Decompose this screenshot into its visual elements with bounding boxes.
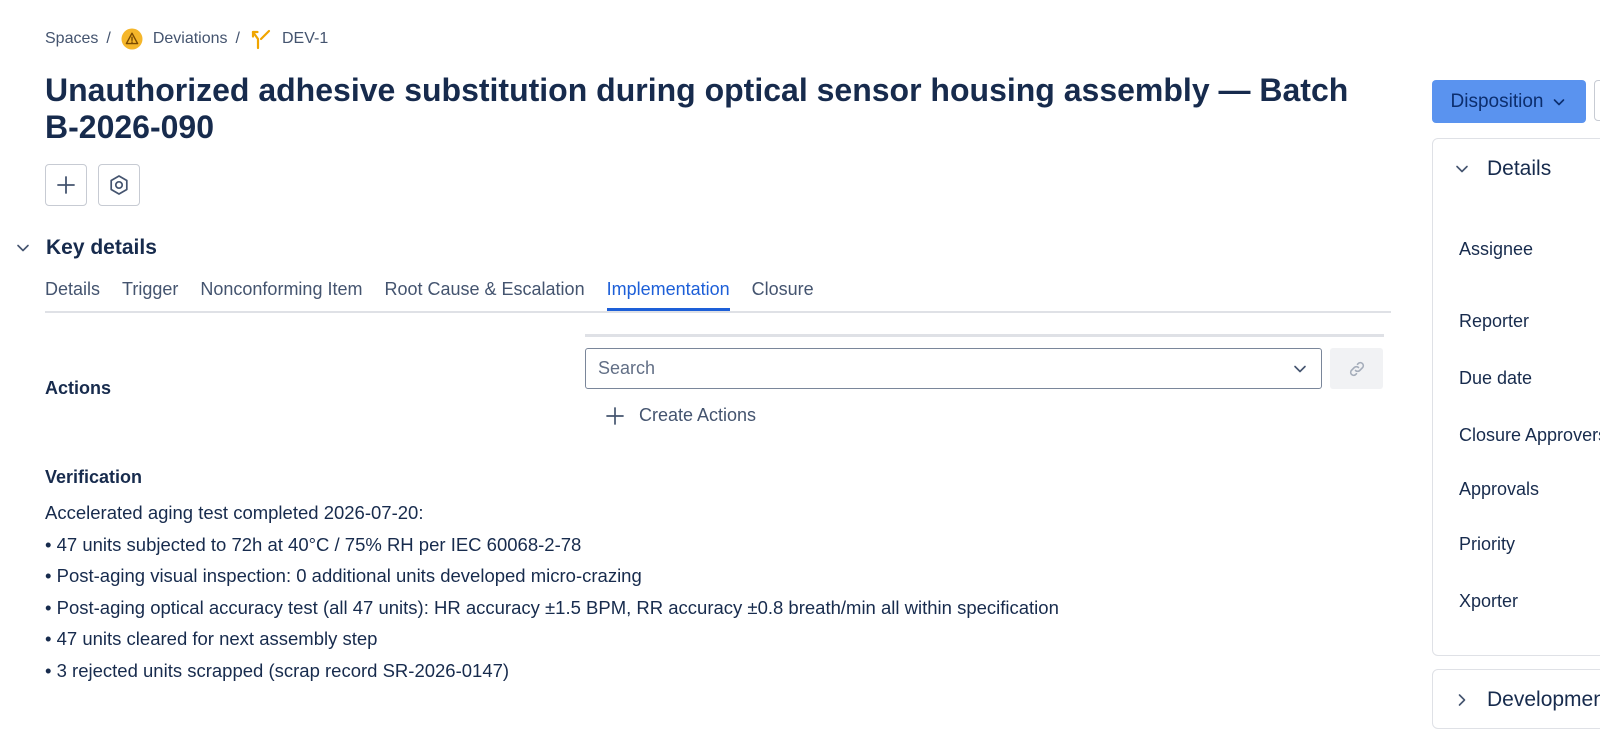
field-closure-approvers: Closure Approvers <box>1459 425 1600 445</box>
verification-line: • Post-aging optical accuracy test (all … <box>45 596 1059 618</box>
plus-icon <box>57 176 75 194</box>
create-actions-button[interactable]: Create Actions <box>605 405 756 426</box>
chevron-down-icon[interactable] <box>1291 360 1309 378</box>
apps-button[interactable] <box>98 164 140 206</box>
verification-line: • Post-aging visual inspection: 0 additi… <box>45 565 642 586</box>
verification-line: Accelerated aging test completed 2026-07… <box>45 502 424 523</box>
verification-line: • 3 rejected units scrapped (scrap recor… <box>45 659 510 681</box>
page-title[interactable]: Unauthorized adhesive substitution durin… <box>45 72 1375 146</box>
verification-line: • 47 units cleared for next assembly ste… <box>45 628 378 649</box>
disposition-button[interactable]: Disposition <box>1432 80 1586 123</box>
actions-divider <box>585 334 1384 337</box>
link-button[interactable] <box>1330 348 1383 389</box>
tab-implementation[interactable]: Implementation <box>606 270 730 311</box>
field-due-date: Due date <box>1459 368 1533 388</box>
plus-icon <box>605 406 625 426</box>
development-panel: Development <box>1432 669 1600 729</box>
tab-trigger[interactable]: Trigger <box>122 270 178 311</box>
create-actions-label: Create Actions <box>639 405 757 425</box>
add-button[interactable] <box>45 164 87 206</box>
verification-line: • 47 units subjected to 72h at 40°C / 75… <box>45 533 582 555</box>
field-assignee: Assignee <box>1459 239 1534 259</box>
warning-icon <box>121 28 143 50</box>
key-details-tabs: Details Trigger Nonconforming Item Root … <box>45 270 1391 313</box>
chevron-down-icon <box>1456 165 1468 173</box>
breadcrumb-deviations-label: Deviations <box>152 30 228 47</box>
field-reporter: Reporter <box>1459 311 1530 331</box>
tab-root-cause-escalation[interactable]: Root Cause & Escalation <box>384 270 584 311</box>
breadcrumb-spaces-label: Spaces <box>45 30 99 47</box>
field-approvals: Approvals <box>1459 479 1540 499</box>
chevron-right-icon <box>1458 694 1466 706</box>
breadcrumb-issue-label: DEV-1 <box>281 30 329 47</box>
field-xporter: Xporter <box>1459 591 1519 611</box>
tab-closure[interactable]: Closure <box>752 270 814 311</box>
field-priority: Priority <box>1459 534 1516 554</box>
details-panel-heading: Details <box>1487 157 1552 180</box>
verification-text[interactable]: Accelerated aging test completed 2026-07… <box>45 497 1345 686</box>
breadcrumb-spaces[interactable]: Spaces <box>45 30 98 48</box>
key-details-toggle[interactable]: Key details <box>14 236 157 260</box>
verification-label: Verification <box>45 467 143 487</box>
breadcrumb-separator: / <box>106 30 111 47</box>
link-icon <box>1349 361 1364 376</box>
disposition-label: Disposition <box>1450 90 1544 112</box>
details-panel: Details Assignee Reporter Due date Closu… <box>1432 138 1600 656</box>
development-panel-toggle[interactable]: Development <box>1453 688 1600 712</box>
breadcrumb-issue[interactable]: DEV-1 <box>250 28 328 50</box>
chevron-down-icon <box>17 244 29 252</box>
deviation-branch-icon <box>250 28 272 50</box>
tab-nonconforming-item[interactable]: Nonconforming Item <box>200 270 362 311</box>
hexagon-settings-icon <box>110 175 128 195</box>
breadcrumb: Spaces / Deviations / DEV-1 <box>45 28 328 50</box>
search-placeholder: Search <box>598 358 656 378</box>
breadcrumb-separator: / <box>235 30 240 47</box>
tab-details[interactable]: Details <box>45 270 100 311</box>
development-panel-heading: Development <box>1487 688 1600 711</box>
actions-label: Actions <box>45 378 112 398</box>
more-actions-button[interactable] <box>1594 80 1600 121</box>
breadcrumb-deviations[interactable]: Deviations <box>121 28 228 50</box>
chevron-down-icon <box>1551 94 1567 110</box>
details-panel-toggle[interactable]: Details <box>1453 157 1551 181</box>
key-details-heading: Key details <box>46 236 157 259</box>
actions-search-input[interactable]: Search <box>585 348 1322 389</box>
